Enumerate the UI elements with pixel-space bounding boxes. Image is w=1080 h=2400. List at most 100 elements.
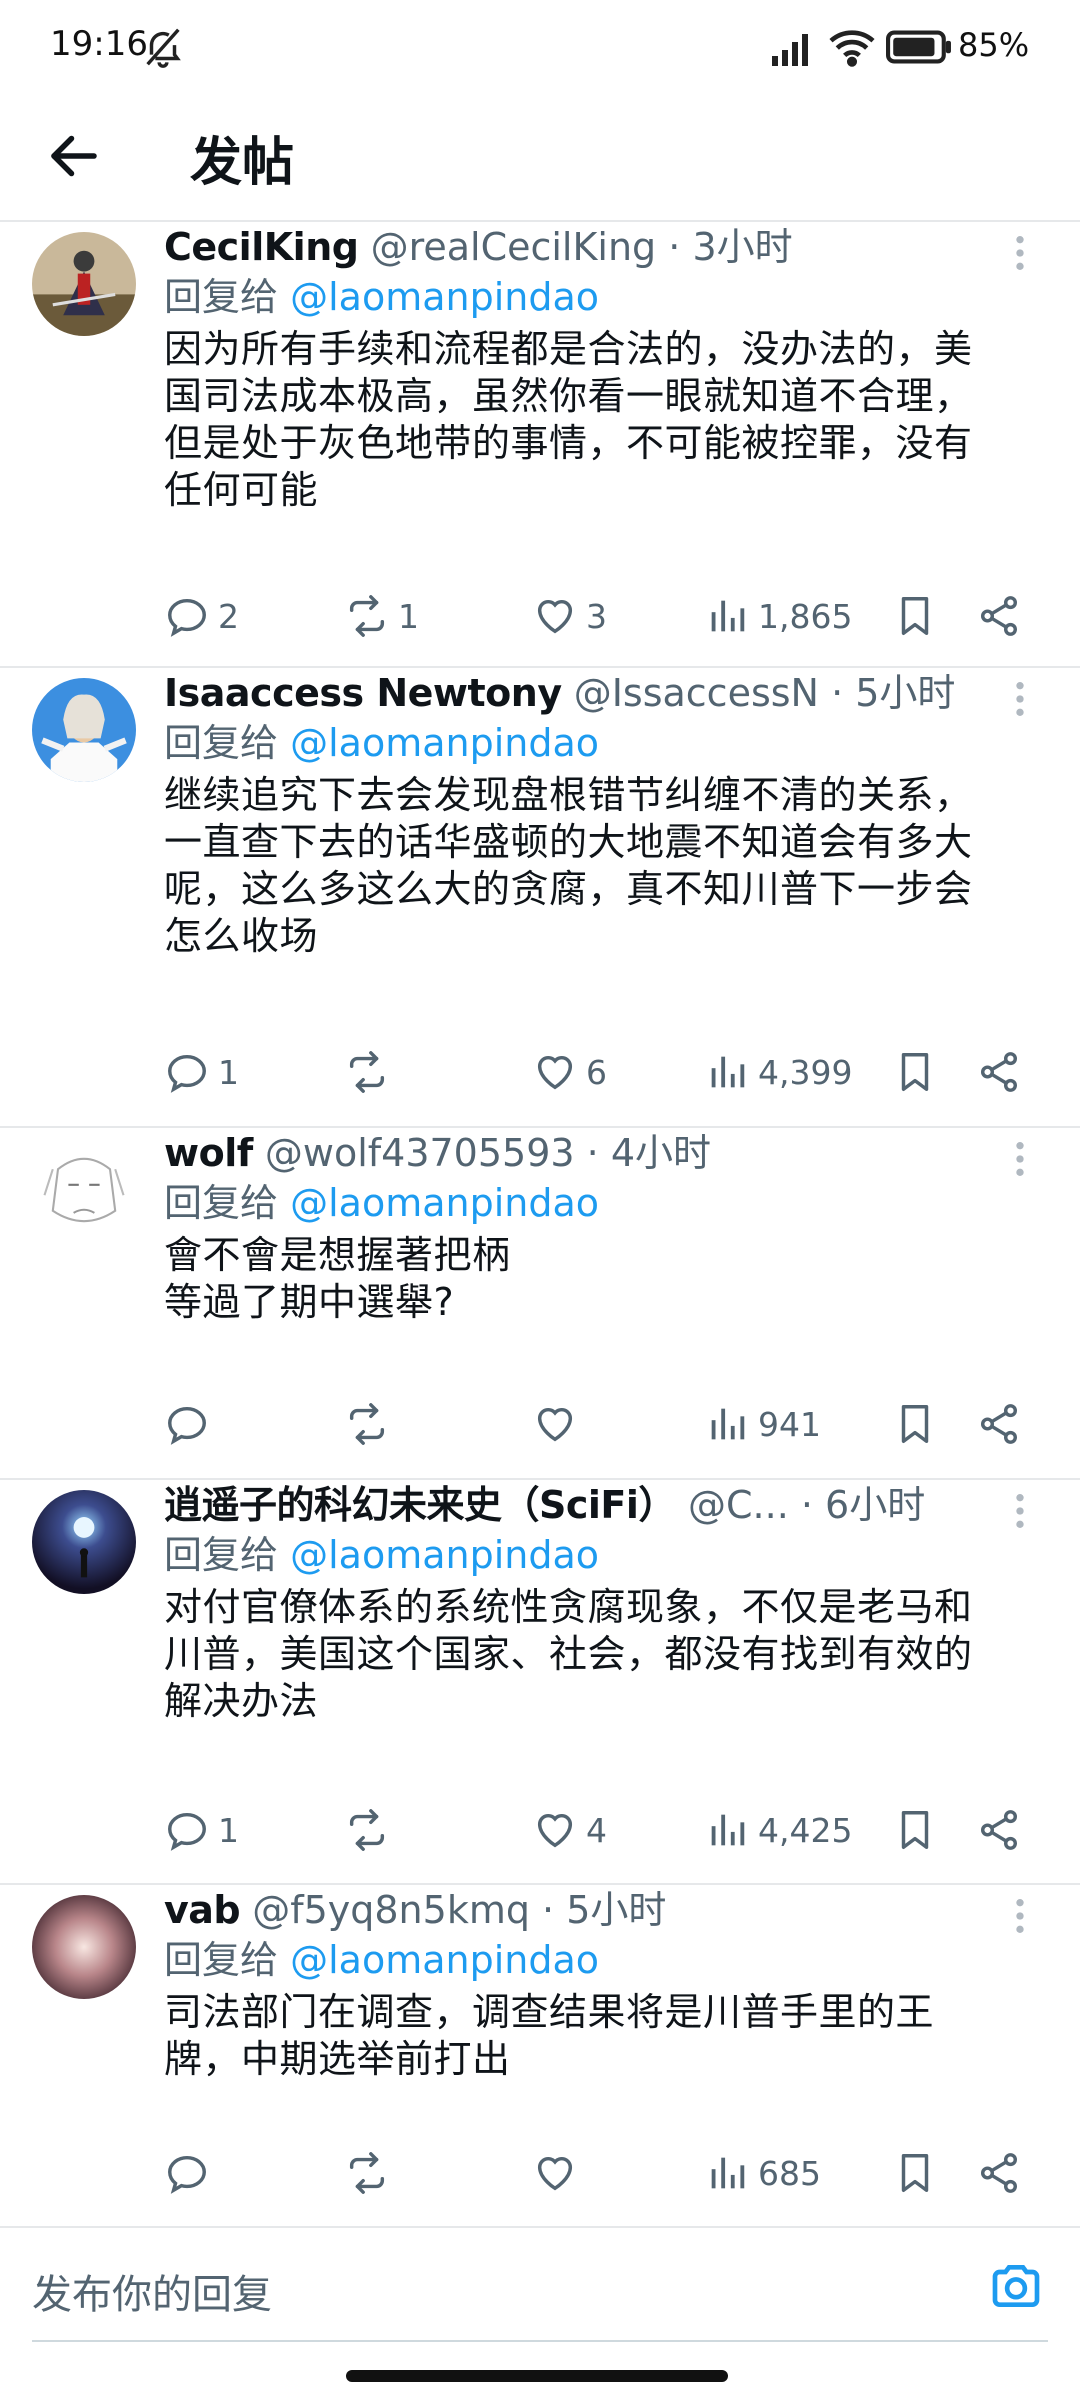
retweet-button[interactable] — [344, 1394, 398, 1454]
avatar[interactable] — [32, 1895, 136, 1999]
like-button[interactable]: 4 — [532, 1800, 607, 1860]
more-options-icon[interactable] — [1000, 1486, 1040, 1536]
author-handle[interactable]: @C... — [688, 1483, 789, 1527]
action-bar: 1 6 4,399 — [164, 1042, 1080, 1102]
bookmark-button[interactable] — [892, 586, 946, 646]
views-button[interactable]: 1,865 — [704, 586, 852, 646]
author-name[interactable]: 逍遥子的科幻未来史（SciFi） — [164, 1483, 676, 1527]
author-name[interactable]: wolf — [164, 1131, 253, 1175]
retweet-button[interactable] — [344, 1800, 398, 1860]
timestamp[interactable]: 6小时 — [825, 1483, 925, 1527]
share-button[interactable] — [976, 1800, 1030, 1860]
reply-icon — [168, 598, 206, 637]
tweet-item[interactable]: Isaaccess Newtony @IssaccessN · 5小时 回复给 @… — [0, 668, 1080, 1128]
reply-composer[interactable]: 发布你的回复 — [0, 2228, 1080, 2348]
tweet-body: 逍遥子的科幻未来史（SciFi） @C... · 6小时 回复给 @laomanp… — [164, 1480, 1040, 1725]
mention-link[interactable]: @laomanpindao — [290, 721, 599, 765]
separator-dot: · — [574, 1131, 611, 1175]
reply-button[interactable]: 1 — [164, 1042, 239, 1102]
home-indicator[interactable] — [346, 2370, 728, 2382]
timestamp[interactable]: 5小时 — [855, 671, 955, 715]
share-button[interactable] — [976, 2143, 1030, 2203]
back-arrow-icon[interactable] — [44, 126, 104, 186]
bookmark-button[interactable] — [892, 1042, 946, 1102]
status-bar: 19:16 85% — [0, 0, 1080, 96]
author-name[interactable]: Isaaccess Newtony — [164, 671, 562, 715]
reply-prefix: 回复给 — [164, 275, 279, 319]
author-handle[interactable]: @wolf43705593 — [265, 1131, 575, 1175]
mention-link[interactable]: @laomanpindao — [290, 1938, 599, 1982]
battery-percent: 85% — [958, 26, 1030, 64]
timestamp[interactable]: 3小时 — [692, 225, 792, 269]
tweet-text: 會不會是想握著把柄 等過了期中選舉? — [164, 1233, 511, 1324]
share-button[interactable] — [976, 586, 1030, 646]
replying-to: 回复给 @laomanpindao — [164, 1935, 1040, 1985]
view-count: 4,399 — [758, 1052, 853, 1092]
more-options-icon[interactable] — [1000, 228, 1040, 278]
more-options-icon[interactable] — [1000, 1891, 1040, 1941]
tweet-body: wolf @wolf43705593 · 4小时 回复给 @laomanpinda… — [164, 1128, 1040, 1326]
author-name[interactable]: vab — [164, 1888, 241, 1932]
tweet-item[interactable]: wolf @wolf43705593 · 4小时 回复给 @laomanpinda… — [0, 1128, 1080, 1480]
action-bar: 941 — [164, 1394, 1080, 1454]
views-chart-icon — [711, 1056, 745, 1088]
retweet-button[interactable] — [344, 2143, 398, 2203]
retweet-button[interactable] — [344, 1042, 398, 1102]
top-app-bar: 发帖 — [0, 96, 1080, 222]
reply-button[interactable]: 1 — [164, 1800, 239, 1860]
author-handle[interactable]: @f5yq8n5kmq — [252, 1888, 530, 1932]
share-button[interactable] — [976, 1042, 1030, 1102]
tweet-item[interactable]: CecilKing @realCecilKing · 3小时 回复给 @laoma… — [0, 222, 1080, 668]
share-icon — [980, 596, 1018, 636]
bookmark-icon — [901, 1053, 929, 1091]
mute-bell-icon — [146, 28, 181, 68]
tweet-item[interactable]: 逍遥子的科幻未来史（SciFi） @C... · 6小时 回复给 @laomanp… — [0, 1480, 1080, 1885]
avatar[interactable] — [32, 678, 136, 782]
avatar[interactable] — [32, 1490, 136, 1594]
more-options-icon[interactable] — [1000, 674, 1040, 724]
timestamp[interactable]: 4小时 — [611, 1131, 711, 1175]
author-handle[interactable]: @realCecilKing — [371, 225, 657, 269]
retweet-icon — [349, 1809, 385, 1851]
bookmark-button[interactable] — [892, 2143, 946, 2203]
like-button[interactable] — [532, 1394, 586, 1454]
author-handle[interactable]: @IssaccessN — [574, 671, 819, 715]
reply-button[interactable] — [164, 2143, 218, 2203]
like-button[interactable]: 3 — [532, 586, 607, 646]
author-name[interactable]: CecilKing — [164, 225, 359, 269]
tweet-header: Isaaccess Newtony @IssaccessN · 5小时 — [164, 668, 1040, 718]
like-button[interactable] — [532, 2143, 586, 2203]
replying-to: 回复给 @laomanpindao — [164, 272, 1040, 322]
views-button[interactable]: 941 — [704, 1394, 821, 1454]
more-options-icon[interactable] — [1000, 1134, 1040, 1184]
retweet-count: 1 — [398, 596, 419, 636]
timestamp[interactable]: 5小时 — [566, 1888, 666, 1932]
like-button[interactable]: 6 — [532, 1042, 607, 1102]
mention-link[interactable]: @laomanpindao — [290, 1181, 599, 1225]
separator-dot: · — [656, 225, 693, 269]
reply-button[interactable] — [164, 1394, 218, 1454]
views-chart-icon — [711, 1814, 745, 1846]
views-button[interactable]: 685 — [704, 2143, 821, 2203]
tweet-text: 继续追究下去会发现盘根错节纠缠不清的关系， 一直查下去的话华盛顿的大地震不知道会… — [164, 773, 973, 958]
tweet-header: vab @f5yq8n5kmq · 5小时 — [164, 1885, 1040, 1935]
bookmark-button[interactable] — [892, 1394, 946, 1454]
mention-link[interactable]: @laomanpindao — [290, 1533, 599, 1577]
reply-input-placeholder[interactable]: 发布你的回复 — [32, 2262, 272, 2320]
tweet-item[interactable]: vab @f5yq8n5kmq · 5小时 回复给 @laomanpindao 司法… — [0, 1885, 1080, 2228]
camera-icon[interactable] — [988, 2258, 1044, 2314]
tweet-header: 逍遥子的科幻未来史（SciFi） @C... · 6小时 — [164, 1480, 1040, 1530]
views-button[interactable]: 4,425 — [704, 1800, 852, 1860]
reply-button[interactable]: 2 — [164, 586, 239, 646]
avatar[interactable] — [32, 1138, 136, 1242]
heart-icon — [537, 1055, 573, 1090]
retweet-button[interactable]: 1 — [344, 586, 419, 646]
tweet-body: CecilKing @realCecilKing · 3小时 回复给 @laoma… — [164, 222, 1040, 514]
bookmark-button[interactable] — [892, 1800, 946, 1860]
avatar[interactable] — [32, 232, 136, 336]
mention-link[interactable]: @laomanpindao — [290, 275, 599, 319]
share-button[interactable] — [976, 1394, 1030, 1454]
reply-prefix: 回复给 — [164, 721, 279, 765]
separator-dot: · — [788, 1483, 826, 1527]
views-button[interactable]: 4,399 — [704, 1042, 852, 1102]
